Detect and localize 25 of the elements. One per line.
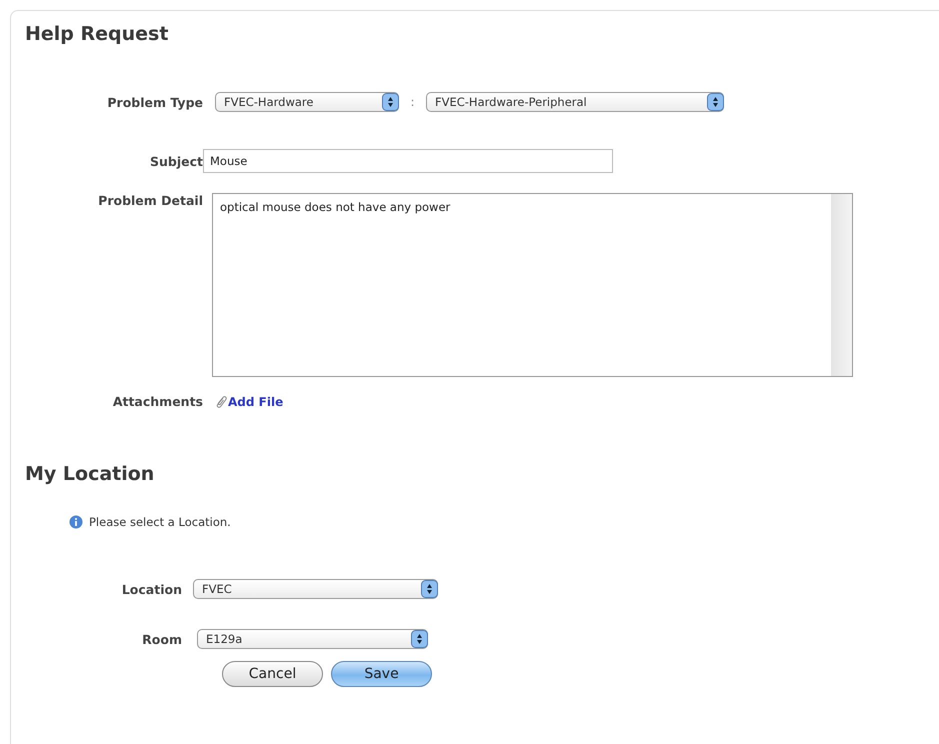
stepper-icon (411, 630, 428, 648)
field-label: Room (142, 632, 182, 646)
cancel-button[interactable]: Cancel (222, 661, 323, 687)
field-label: Problem Detail (97, 193, 203, 208)
field-label: Problem Type (106, 94, 203, 110)
field-label: Attachments (112, 394, 203, 409)
info-icon (69, 515, 83, 529)
stepper-icon (382, 93, 399, 111)
field-label: Subject (149, 154, 203, 168)
subcategory-dropdown[interactable]: FVEC-Hardware-Peripheral (426, 92, 724, 112)
paperclip-icon (215, 394, 227, 408)
stepper-icon (707, 93, 724, 111)
subject-field[interactable]: Mouse (203, 149, 613, 173)
info-message: Please select a Location. (89, 515, 231, 529)
section-title: Help Request (24, 22, 170, 47)
add-file-link[interactable]: Add File (215, 394, 284, 408)
location-dropdown[interactable]: FVEC (193, 579, 438, 599)
room-dropdown[interactable]: E129a (197, 629, 428, 649)
save-button[interactable]: Save (331, 661, 432, 687)
section-title: My Location (24, 462, 156, 487)
separator: : (409, 95, 416, 109)
detail-field[interactable]: optical mouse does not have any power (212, 193, 853, 377)
category-dropdown[interactable]: FVEC-Hardware (215, 92, 399, 112)
stepper-icon (421, 580, 438, 598)
field-label: Location (122, 582, 182, 596)
